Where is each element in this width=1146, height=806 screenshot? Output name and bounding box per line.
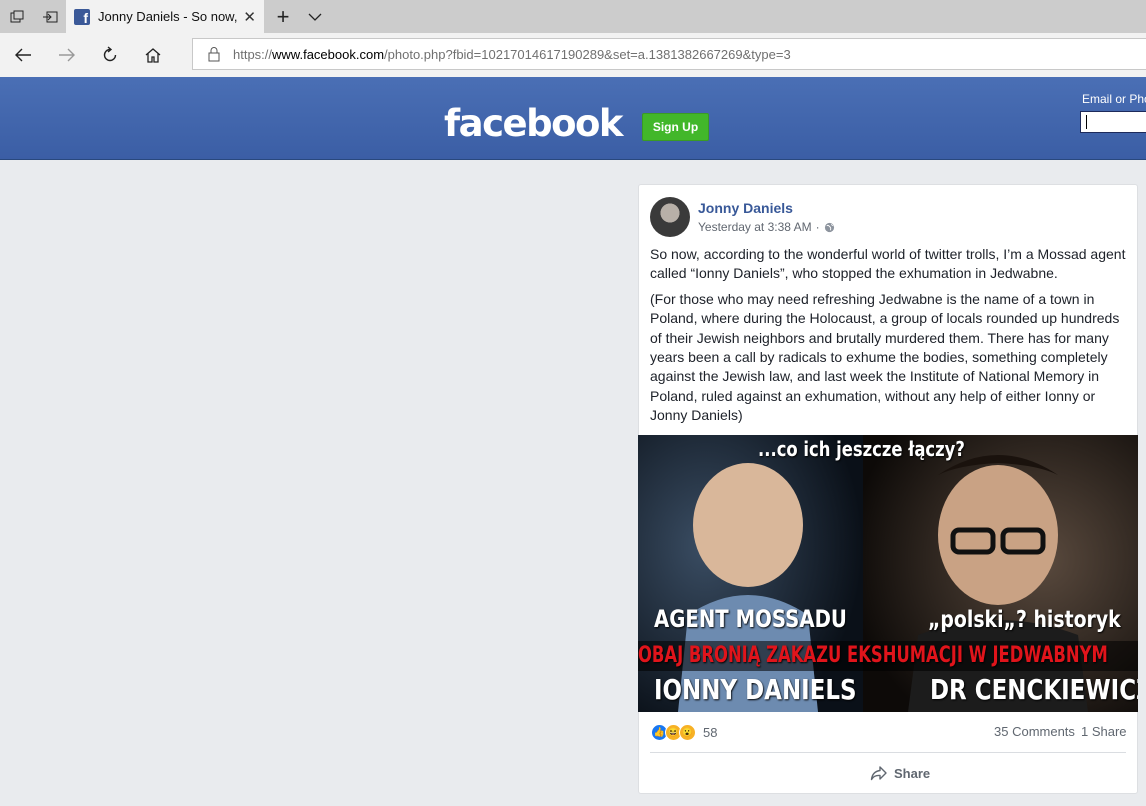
post-image[interactable]: ...co ich jeszcze łączy? AGENT MOSSADU „… xyxy=(638,435,1138,712)
tab-title: Jonny Daniels - So now, xyxy=(98,9,238,24)
tab-actions-icon[interactable] xyxy=(0,0,33,33)
comments-count-link[interactable]: 35 Comments xyxy=(994,724,1075,739)
divider xyxy=(650,752,1126,753)
forward-icon[interactable] xyxy=(52,41,82,69)
email-label: Email or Phone xyxy=(1082,92,1146,106)
browser-tab[interactable]: f Jonny Daniels - So now, ✕ xyxy=(66,0,264,33)
url-field[interactable]: https://www.facebook.com/photo.php?fbid=… xyxy=(192,38,1146,70)
close-icon[interactable]: ✕ xyxy=(243,8,256,26)
post-timestamp[interactable]: Yesterday at 3:38 AM xyxy=(698,220,812,234)
meme-photo xyxy=(638,435,1138,712)
post-card: Jonny Daniels Yesterday at 3:38 AM · So … xyxy=(638,184,1138,794)
post-meta: Yesterday at 3:38 AM · xyxy=(698,220,835,234)
home-icon[interactable] xyxy=(138,41,168,69)
tab-bar: f Jonny Daniels - So now, ✕ + xyxy=(0,0,1146,33)
refresh-icon[interactable] xyxy=(95,41,125,69)
meme-top-text: ...co ich jeszcze łączy? xyxy=(758,437,965,461)
post-paragraph: So now, according to the wonderful world… xyxy=(650,246,1126,282)
meme-right-label: „polski„? historyk xyxy=(928,607,1121,633)
facebook-favicon-icon: f xyxy=(74,8,90,26)
back-icon[interactable] xyxy=(8,41,38,69)
share-label: Share xyxy=(894,765,931,781)
meme-left-name: IONNY DANIELS xyxy=(654,673,857,706)
reaction-summary[interactable]: 👍 😆 😮 58 xyxy=(651,724,717,741)
post-paragraph: (For those who may need refreshing Jedwa… xyxy=(650,290,1120,424)
sign-up-button[interactable]: Sign Up xyxy=(642,113,709,141)
meme-left-label: AGENT MOSSADU xyxy=(654,605,847,633)
reaction-count: 58 xyxy=(703,725,718,740)
wow-icon: 😮 xyxy=(679,724,696,741)
meta-separator: · xyxy=(815,220,820,234)
post-author[interactable]: Jonny Daniels xyxy=(698,200,793,216)
post-text: So now, according to the wonderful world… xyxy=(650,245,1128,432)
set-aside-tabs-icon[interactable] xyxy=(33,0,66,33)
share-icon xyxy=(870,766,887,781)
meme-banner: OBAJ BRONIĄ ZAKAZU EKSHUMACJI W JEDWABNY… xyxy=(638,643,1108,668)
chevron-down-icon[interactable] xyxy=(300,0,330,33)
address-bar: https://www.facebook.com/photo.php?fbid=… xyxy=(0,33,1146,78)
lock-icon xyxy=(208,47,220,62)
share-button[interactable]: Share xyxy=(870,765,930,781)
globe-icon xyxy=(824,222,834,232)
new-tab-icon[interactable]: + xyxy=(266,0,300,33)
shares-count-link[interactable]: 1 Share xyxy=(1081,724,1127,739)
meme-right-name: DR CENCKIEWICZ xyxy=(930,673,1138,706)
url-text: https://www.facebook.com/photo.php?fbid=… xyxy=(233,46,791,62)
email-field[interactable] xyxy=(1080,111,1146,133)
avatar[interactable] xyxy=(650,197,690,237)
facebook-logo[interactable]: facebook xyxy=(444,102,624,145)
